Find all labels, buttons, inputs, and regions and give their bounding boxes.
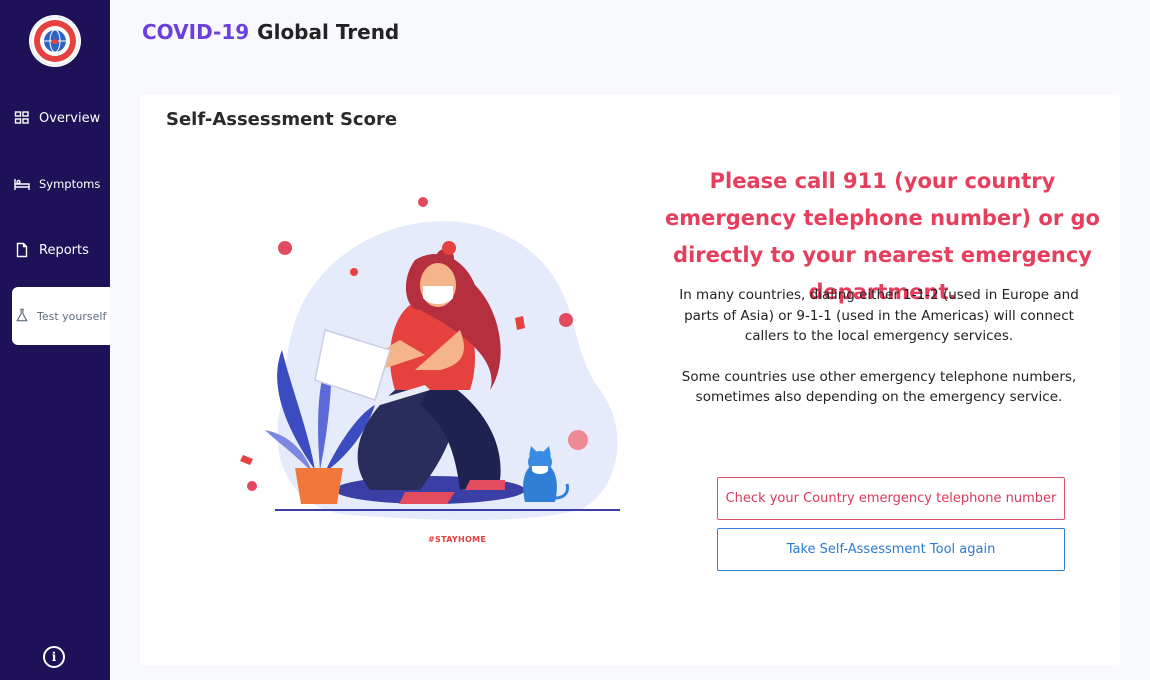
card-title: Self-Assessment Score bbox=[166, 109, 398, 130]
page-title-accent: COVID-19 bbox=[142, 20, 250, 44]
sidebar-item-label: Reports bbox=[39, 242, 89, 258]
page-title-main: Global Trend bbox=[257, 20, 400, 44]
info-paragraph-1: In many countries, dialing either 1-1-2 … bbox=[679, 287, 1079, 344]
stay-home-world-logo[interactable] bbox=[29, 15, 81, 67]
sidebar-item-reports[interactable]: Reports bbox=[0, 240, 110, 260]
grid-icon bbox=[14, 110, 30, 126]
sidebar-item-symptoms[interactable]: Symptoms bbox=[0, 174, 110, 194]
illustration-caption: #STAYHOME bbox=[428, 535, 487, 544]
sidebar-item-label: Symptoms bbox=[39, 177, 101, 191]
check-emergency-number-button[interactable]: Check your Country emergency telephone n… bbox=[717, 477, 1065, 520]
sidebar-item-label: Test yourself bbox=[37, 309, 107, 323]
sidebar-item-test-yourself[interactable]: Test yourself bbox=[12, 287, 110, 345]
sidebar-item-label: Overview bbox=[39, 110, 101, 126]
self-assessment-card: Self-Assessment Score #STAYHOME Please c… bbox=[140, 95, 1120, 665]
info-paragraph-2: Some countries use other emergency telep… bbox=[681, 368, 1077, 406]
page-title: COVID-19 Global Trend bbox=[142, 20, 399, 44]
stay-home-illustration: #STAYHOME bbox=[220, 190, 660, 560]
retake-assessment-button[interactable]: Take Self-Assessment Tool again bbox=[717, 528, 1065, 571]
info-icon[interactable]: i bbox=[43, 646, 65, 668]
bed-icon bbox=[14, 176, 30, 192]
sidebar-item-overview[interactable]: Overview bbox=[0, 108, 110, 128]
document-icon bbox=[14, 242, 30, 258]
flask-icon bbox=[15, 308, 31, 324]
emergency-info: In many countries, dialing either 1-1-2 … bbox=[670, 285, 1088, 408]
sidebar: Overview Symptoms Reports Test yourself … bbox=[0, 0, 110, 680]
